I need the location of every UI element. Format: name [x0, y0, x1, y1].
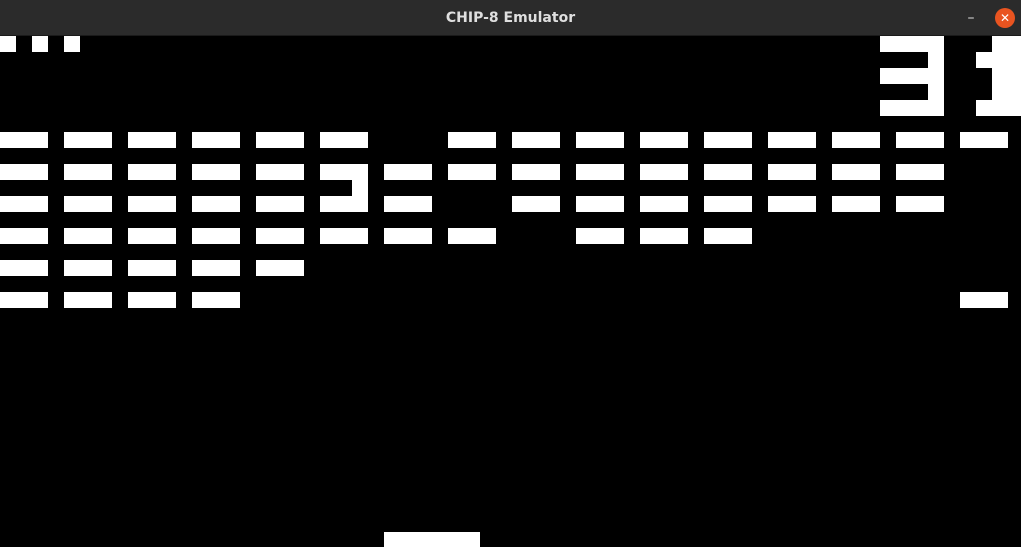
brick [256, 132, 304, 148]
brick [960, 132, 1008, 148]
brick [448, 164, 496, 180]
brick [64, 132, 112, 148]
brick [896, 164, 944, 180]
brick [576, 164, 624, 180]
brick [64, 228, 112, 244]
life-marker [0, 36, 16, 52]
brick [704, 196, 752, 212]
brick [320, 228, 368, 244]
minimize-icon: – [967, 10, 975, 26]
brick [0, 164, 48, 180]
brick [384, 196, 432, 212]
close-button[interactable]: ✕ [995, 8, 1015, 28]
brick [128, 132, 176, 148]
brick [640, 228, 688, 244]
brick [832, 132, 880, 148]
brick [448, 132, 496, 148]
brick [512, 196, 560, 212]
brick [512, 164, 560, 180]
brick [640, 164, 688, 180]
life-marker [64, 36, 80, 52]
brick [192, 228, 240, 244]
brick [128, 228, 176, 244]
brick [256, 260, 304, 276]
brick [0, 260, 48, 276]
brick [512, 132, 560, 148]
brick [128, 196, 176, 212]
brick [64, 196, 112, 212]
brick [704, 228, 752, 244]
brick [192, 164, 240, 180]
brick [64, 292, 112, 308]
brick [0, 196, 48, 212]
brick [768, 164, 816, 180]
brick [704, 164, 752, 180]
brick [640, 196, 688, 212]
brick [832, 196, 880, 212]
minimize-button[interactable]: – [960, 9, 982, 27]
brick [768, 196, 816, 212]
brick [0, 228, 48, 244]
paddle[interactable] [384, 532, 480, 547]
brick [384, 228, 432, 244]
brick [192, 260, 240, 276]
brick [128, 292, 176, 308]
brick [256, 228, 304, 244]
close-icon: ✕ [999, 11, 1011, 25]
brick [704, 132, 752, 148]
game-screen[interactable] [0, 36, 1021, 547]
brick [192, 132, 240, 148]
brick [896, 132, 944, 148]
brick [128, 164, 176, 180]
brick [576, 228, 624, 244]
brick [192, 196, 240, 212]
brick [832, 164, 880, 180]
brick [64, 260, 112, 276]
brick [320, 132, 368, 148]
window-titlebar[interactable]: CHIP-8 Emulator – ✕ [0, 0, 1021, 36]
brick-fragment [960, 292, 1008, 308]
brick [576, 196, 624, 212]
brick [0, 292, 48, 308]
window-title: CHIP-8 Emulator [445, 10, 576, 26]
brick [256, 164, 304, 180]
brick [192, 292, 240, 308]
brick [64, 164, 112, 180]
brick [448, 228, 496, 244]
brick [896, 196, 944, 212]
brick [768, 132, 816, 148]
brick [128, 260, 176, 276]
brick [0, 132, 48, 148]
brick [640, 132, 688, 148]
brick [384, 164, 432, 180]
brick [576, 132, 624, 148]
life-marker [32, 36, 48, 52]
brick [256, 196, 304, 212]
